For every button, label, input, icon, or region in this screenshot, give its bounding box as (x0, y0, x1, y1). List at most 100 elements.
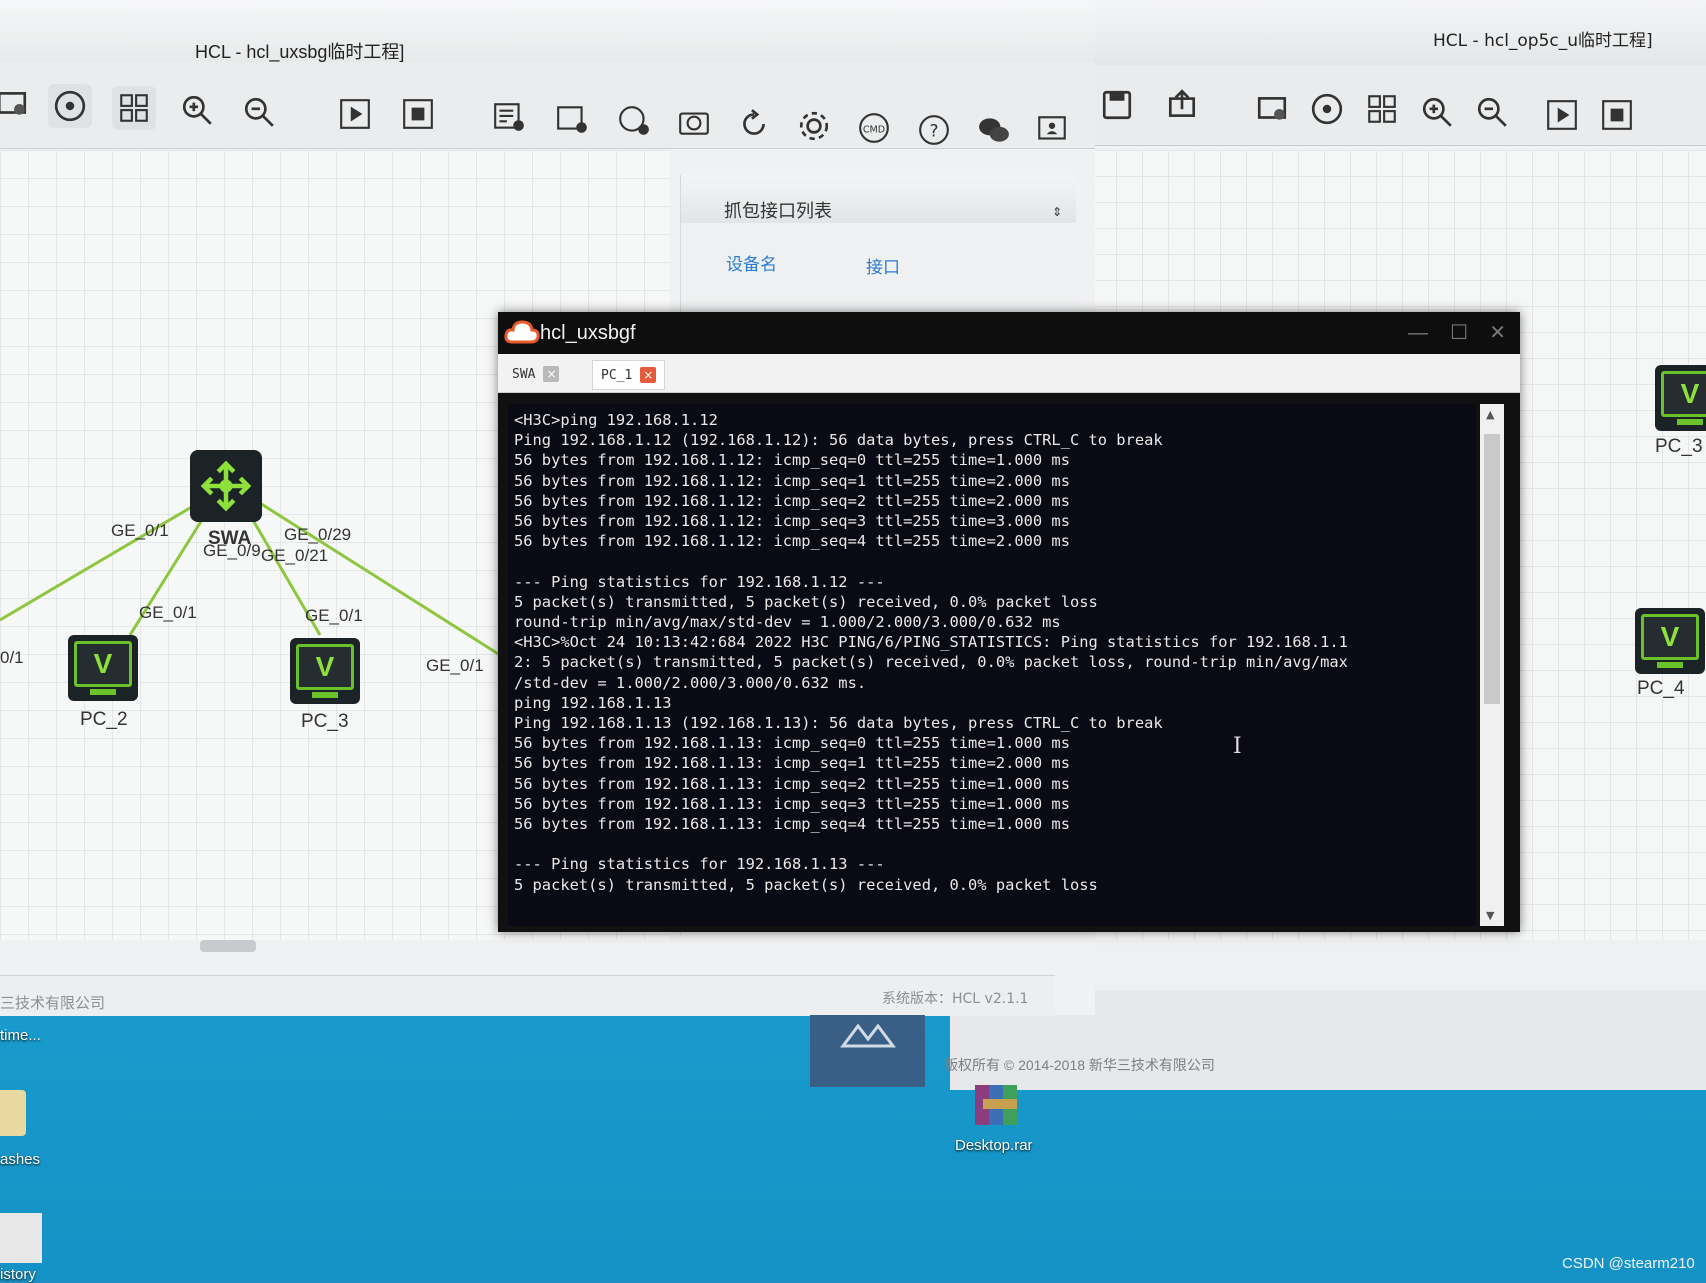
terminal-scrollbar[interactable]: ▲ ▼ (1480, 404, 1504, 926)
terminal-line: 5 packet(s) transmitted, 5 packet(s) rec… (514, 875, 1098, 894)
switch-swa-icon[interactable] (190, 450, 262, 522)
device-icon[interactable] (0, 82, 34, 126)
tab-pc1-label: PC_1 (601, 367, 633, 383)
pc3-icon[interactable]: V (290, 638, 360, 704)
pc2-label: PC_2 (80, 709, 128, 730)
pc3-back-icon[interactable]: V (1655, 365, 1706, 431)
terminal-line: /std-dev = 1.000/2.000/3.000/0.632 ms. (514, 673, 867, 692)
add-list-icon[interactable] (487, 95, 531, 139)
port-label: GE_0/1 (139, 603, 197, 622)
port-label: 0/1 (0, 648, 24, 667)
status-bar: 三技术有限公司 系统版本：HCL v2.1.1 (0, 975, 1055, 1016)
zoom-out-icon[interactable] (237, 90, 281, 134)
front-window-titlebar[interactable]: HCL - hcl_uxsbg临时工程] ▼ — ☐ ✕ (0, 0, 1095, 86)
front-window-title: HCL - hcl_uxsbg临时工程] (195, 42, 405, 62)
tab-swa-label: SWA (512, 366, 536, 382)
winrar-archive-icon[interactable] (975, 1085, 1025, 1125)
terminal-line: 56 bytes from 192.168.1.13: icmp_seq=2 t… (514, 774, 1070, 793)
grid-icon[interactable] (1360, 87, 1404, 131)
terminal-line: 5 packet(s) transmitted, 5 packet(s) rec… (514, 592, 1098, 611)
maximize-icon[interactable]: ☐ (1450, 320, 1468, 345)
desktop-icon-label[interactable]: istory (0, 1266, 36, 1283)
terminal-line: Ping 192.168.1.13 (192.168.1.13): 56 dat… (514, 714, 1163, 733)
stop-icon[interactable] (396, 92, 440, 136)
port-label: GE_0/1 (305, 606, 363, 625)
topology-icon[interactable] (48, 84, 92, 128)
play-icon[interactable] (333, 92, 377, 136)
taskbar-tile[interactable] (810, 1015, 925, 1087)
folder-icon[interactable] (0, 1090, 26, 1136)
desktop-icon-label[interactable]: Desktop.rar (955, 1137, 1033, 1154)
terminal-line: 56 bytes from 192.168.1.13: icmp_seq=1 t… (514, 754, 1070, 773)
terminal-line: 2: 5 packet(s) transmitted, 5 packet(s) … (514, 653, 1348, 672)
canvas-scrollbar-thumb[interactable] (200, 940, 256, 952)
document-icon[interactable] (0, 1213, 42, 1263)
zoom-out-icon[interactable] (1470, 90, 1514, 134)
add-rectangle-icon[interactable] (550, 97, 594, 141)
save-icon[interactable] (1095, 83, 1139, 127)
play-icon[interactable] (1540, 93, 1584, 137)
close-icon[interactable]: ✕ (1489, 320, 1506, 345)
terminal-line: 56 bytes from 192.168.1.12: icmp_seq=2 t… (514, 491, 1070, 510)
scroll-down-icon[interactable]: ▼ (1486, 909, 1494, 922)
terminal-console[interactable]: <H3C>ping 192.168.1.12 Ping 192.168.1.12 … (508, 404, 1476, 926)
port-label: GE_0/9 (203, 541, 261, 560)
zoom-in-icon[interactable] (175, 88, 219, 132)
svg-text:?: ? (929, 121, 938, 141)
cmd-icon[interactable]: CMD (852, 106, 896, 150)
terminal-line: 56 bytes from 192.168.1.13: icmp_seq=3 t… (514, 794, 1070, 813)
terminal-line: 56 bytes from 192.168.1.13: icmp_seq=0 t… (514, 734, 1070, 753)
terminal-titlebar[interactable]: hcl_uxsbgf — ☐ ✕ (498, 312, 1520, 354)
column-interface[interactable]: 接口 (866, 253, 900, 278)
port-label: GE_0/21 (261, 546, 329, 565)
scroll-thumb[interactable] (1484, 434, 1500, 704)
feedback-icon[interactable] (1030, 108, 1074, 152)
text-cursor-icon: I (1233, 734, 1242, 759)
topology-icon[interactable] (1305, 87, 1349, 131)
terminal-line: 56 bytes from 192.168.1.13: icmp_seq=4 t… (514, 815, 1070, 834)
terminal-line: <H3C>ping 192.168.1.12 (514, 411, 718, 429)
zoom-in-icon[interactable] (1415, 90, 1459, 134)
help-icon[interactable]: ? (912, 108, 956, 152)
collapse-icon[interactable]: ⇕ (1052, 205, 1062, 219)
minimize-icon[interactable]: — (1408, 322, 1428, 345)
terminal-line: 56 bytes from 192.168.1.12: icmp_seq=4 t… (514, 532, 1070, 551)
wechat-icon[interactable] (972, 108, 1016, 152)
pc2-icon[interactable]: V (68, 635, 138, 701)
link-right-edge (254, 498, 501, 657)
device-icon[interactable] (1250, 87, 1294, 131)
scroll-up-icon[interactable]: ▲ (1486, 408, 1494, 421)
tab-swa[interactable]: SWA × (504, 360, 567, 388)
terminal-output: <H3C>ping 192.168.1.12 Ping 192.168.1.12 … (514, 410, 1472, 895)
desktop-icon-label[interactable]: ashes (0, 1151, 40, 1168)
pc3-label: PC_3 (301, 711, 349, 732)
export-icon[interactable] (1160, 83, 1204, 127)
terminal-line: --- Ping statistics for 192.168.1.12 --- (514, 572, 885, 591)
column-device-name[interactable]: 设备名 (726, 250, 777, 275)
terminal-line: ping 192.168.1.13 (514, 693, 672, 712)
cloud-logo-icon (504, 318, 540, 346)
add-circle-icon[interactable] (612, 99, 656, 143)
terminal-line: <H3C>%Oct 24 10:13:42:684 2022 H3C PING/… (514, 633, 1348, 652)
front-toolbar: CMD ? (0, 62, 1095, 149)
terminal-line: 56 bytes from 192.168.1.12: icmp_seq=1 t… (514, 471, 1070, 490)
svg-text:CMD: CMD (863, 124, 885, 135)
terminal-line: 56 bytes from 192.168.1.12: icmp_seq=0 t… (514, 451, 1070, 470)
back-window-title: HCL - hcl_op5c_u临时工程] (1433, 31, 1653, 51)
capture-panel-header: 抓包接口列表 ⇕ (681, 175, 1076, 223)
copyright-text: 版权所有 © 2014-2018 新华三技术有限公司 (944, 1057, 1215, 1073)
grid-icon[interactable] (112, 86, 156, 130)
stop-icon[interactable] (1595, 93, 1639, 137)
tab-close-icon[interactable]: × (543, 366, 560, 382)
tab-pc1[interactable]: PC_1 × (592, 360, 666, 390)
pc4-back-icon[interactable]: V (1635, 608, 1705, 674)
camera-icon[interactable] (672, 100, 716, 144)
port-label: GE_0/1 (111, 521, 169, 540)
pc3-back-label: PC_3 (1655, 436, 1703, 457)
pc4-back-label: PC_4 (1637, 678, 1685, 699)
refresh-icon[interactable] (732, 102, 776, 146)
tab-close-icon[interactable]: × (640, 367, 657, 383)
gear-icon[interactable] (792, 104, 836, 148)
